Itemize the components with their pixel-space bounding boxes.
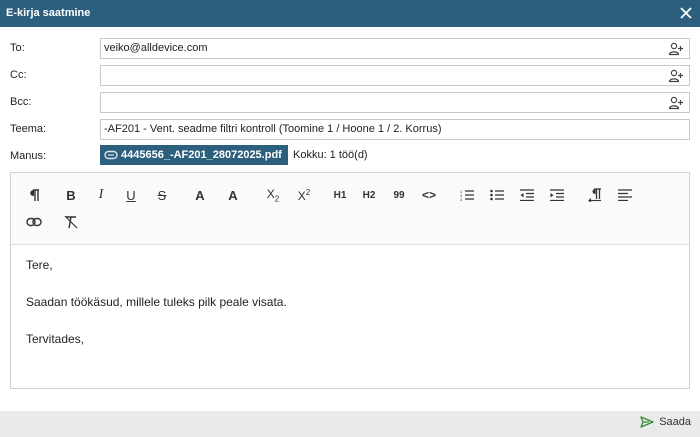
editor-toolbar: B I U S A A X2 X2 H1 H2 99 <> 1 2 3 — [11, 173, 689, 245]
subscript-icon[interactable]: X2 — [261, 184, 285, 206]
subject-value: -AF201 - Vent. seadme filtri kontroll (T… — [104, 123, 442, 135]
attachment-chip[interactable]: 4445656_-AF201_28072025.pdf — [100, 145, 288, 165]
heading2-button[interactable]: H2 — [357, 184, 381, 206]
dialog-footer: Saada — [0, 411, 700, 437]
to-row: To: veiko@alldevice.com — [0, 38, 700, 60]
align-left-icon[interactable] — [613, 184, 637, 206]
font-color-icon[interactable]: A — [188, 184, 212, 206]
strikethrough-icon[interactable]: S — [150, 184, 174, 206]
subject-field[interactable]: -AF201 - Vent. seadme filtri kontroll (T… — [100, 119, 690, 140]
send-button[interactable]: Saada — [640, 416, 691, 428]
paperclip-icon — [104, 150, 118, 160]
underline-icon[interactable]: U — [119, 184, 143, 206]
add-contact-icon[interactable] — [668, 68, 684, 84]
message-editor[interactable]: B I U S A A X2 X2 H1 H2 99 <> 1 2 3 Tere… — [10, 172, 690, 389]
outdent-icon[interactable] — [515, 184, 539, 206]
attachment-total: Kokku: 1 töö(d) — [293, 149, 368, 161]
attachment-row: Manus: 4445656_-AF201_28072025.pdf Kokku… — [0, 145, 700, 167]
text-direction-icon[interactable] — [583, 184, 607, 206]
add-contact-icon[interactable] — [668, 41, 684, 57]
blockquote-icon[interactable]: 99 — [387, 184, 411, 206]
message-body[interactable]: Tere, Saadan töökäsud, millele tuleks pi… — [26, 258, 666, 369]
cc-label: Cc: — [10, 69, 27, 81]
superscript-icon[interactable]: X2 — [292, 184, 316, 206]
paragraph-icon[interactable] — [22, 184, 46, 206]
send-icon — [640, 416, 654, 428]
ordered-list-icon[interactable]: 123 — [455, 184, 479, 206]
bullet-list-icon[interactable] — [485, 184, 509, 206]
cc-field[interactable] — [100, 65, 690, 86]
body-line-message: Saadan töökäsud, millele tuleks pilk pea… — [26, 295, 287, 309]
subject-row: Teema: -AF201 - Vent. seadme filtri kont… — [0, 119, 700, 141]
to-value: veiko@alldevice.com — [104, 42, 208, 54]
attachment-name: 4445656_-AF201_28072025.pdf — [121, 149, 282, 161]
cc-row: Cc: — [0, 65, 700, 87]
bcc-field[interactable] — [100, 92, 690, 113]
bcc-label: Bcc: — [10, 96, 32, 108]
close-icon[interactable] — [678, 5, 694, 21]
add-contact-icon[interactable] — [668, 95, 684, 111]
indent-icon[interactable] — [545, 184, 569, 206]
heading1-button[interactable]: H1 — [328, 184, 352, 206]
bold-icon[interactable]: B — [59, 184, 83, 206]
code-icon[interactable]: <> — [417, 184, 441, 206]
clear-format-icon[interactable] — [59, 211, 83, 233]
to-field[interactable]: veiko@alldevice.com — [100, 38, 690, 59]
link-icon[interactable] — [22, 211, 46, 233]
svg-text:3: 3 — [460, 197, 463, 201]
subject-label: Teema: — [10, 123, 47, 135]
attachment-label: Manus: — [10, 150, 47, 162]
body-line-greeting: Tere, — [26, 258, 53, 272]
bcc-row: Bcc: — [0, 92, 700, 114]
body-line-closing: Tervitades, — [26, 332, 85, 346]
italic-icon[interactable]: I — [89, 184, 113, 206]
highlight-icon[interactable]: A — [221, 184, 245, 206]
dialog-title: E-kirja saatmine — [6, 7, 91, 19]
send-label: Saada — [659, 416, 691, 428]
to-label: To: — [10, 42, 25, 54]
dialog-titlebar: E-kirja saatmine — [0, 0, 700, 27]
